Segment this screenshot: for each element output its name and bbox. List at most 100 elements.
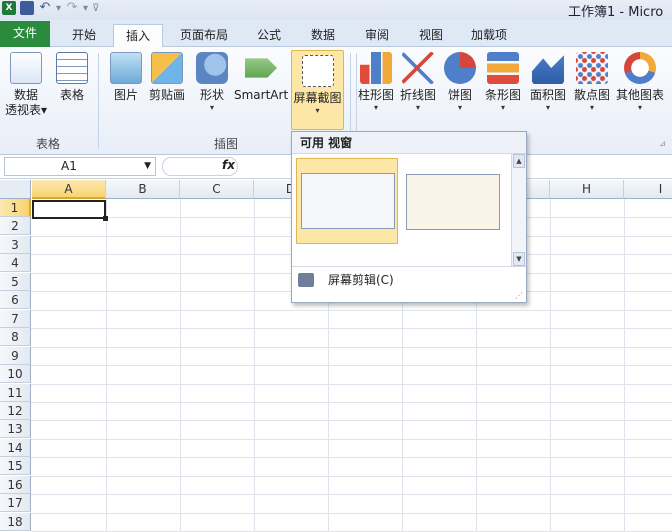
smartart-icon [245,58,277,78]
screenshot-icon [301,55,334,87]
tab-review[interactable]: 审阅 [352,24,402,47]
dialog-launcher-icon[interactable]: ⊿ [659,139,666,148]
column-chart-button[interactable]: 柱形图 ▾ [356,52,396,113]
row-header[interactable]: 1 [0,199,31,217]
active-cell[interactable] [32,200,108,221]
scroll-down-icon[interactable]: ▼ [513,252,525,266]
shapes-button[interactable]: 形状 ▾ [192,52,232,113]
quick-access-toolbar: X ↶ ▾ ↷ ▾ ⊽ [2,1,99,15]
row-header[interactable]: 4 [0,254,31,273]
excel-logo-icon: X [2,1,16,15]
table-button[interactable]: 表格 [52,52,92,103]
clipart-icon [151,52,183,84]
customize-qat-icon[interactable]: ⊽ [92,3,99,14]
pivot-table-icon [10,52,42,84]
pie-chart-button[interactable]: 饼图 ▾ [442,52,478,113]
resize-grip-icon[interactable]: ⋰ [515,291,523,300]
window-preview [301,173,395,229]
undo-icon[interactable]: ↶ [38,1,52,15]
line-chart-button[interactable]: 折线图 ▾ [398,52,438,113]
title-bar: X ↶ ▾ ↷ ▾ ⊽ 工作簿1 - Micro [0,0,672,20]
other-charts-dropdown-icon: ▾ [637,103,642,112]
row-header[interactable]: 9 [0,346,31,365]
column-header[interactable]: B [106,180,180,199]
name-box-dropdown-icon[interactable]: ▼ [144,158,151,175]
pie-chart-icon [444,52,476,84]
row-header[interactable]: 7 [0,309,31,328]
thumbnail-scrollbar[interactable]: ▲ ▼ [511,154,526,266]
shapes-dropdown-icon: ▾ [209,103,214,112]
smartart-button[interactable]: SmartArt [234,52,288,103]
ribbon-tab-bar: 文件 开始 插入 页面布局 公式 数据 审阅 视图 加载项 [0,20,672,48]
scatter-chart-button[interactable]: 散点图 ▾ [570,52,614,113]
row-header[interactable]: 6 [0,291,31,310]
grid-row-line [31,420,672,422]
grid-row-line [31,438,672,440]
column-header[interactable]: C [180,180,254,199]
screenshot-button[interactable]: 屏幕截图 ▾ [291,50,344,130]
tab-insert[interactable]: 插入 [113,24,163,48]
window-thumbnail[interactable] [296,158,398,244]
grid-row-line [31,475,672,477]
picture-button[interactable]: 图片 [106,52,146,103]
tab-page-layout[interactable]: 页面布局 [168,24,240,47]
insert-function-icon[interactable]: fx [222,158,235,172]
area-chart-button[interactable]: 面积图 ▾ [526,52,570,113]
row-header[interactable]: 10 [0,365,31,384]
clipart-button[interactable]: 剪贴画 [146,52,188,103]
row-header[interactable]: 8 [0,328,31,347]
row-header[interactable]: 18 [0,512,31,531]
grid-row-line [31,309,672,311]
row-header[interactable]: 15 [0,457,31,476]
screen-clipping-item[interactable]: 屏幕剪辑(C) [292,268,526,292]
grid-row-line [31,383,672,385]
group-separator [98,53,99,149]
row-header[interactable]: 5 [0,272,31,291]
row-header[interactable]: 11 [0,383,31,402]
select-all-corner[interactable] [0,180,31,199]
grid-column-line [180,199,181,531]
scatter-chart-icon [576,52,608,84]
tab-view[interactable]: 视图 [406,24,456,47]
grid-row-line [31,494,672,496]
tables-group-label: 表格 [35,137,60,151]
tab-data[interactable]: 数据 [298,24,348,47]
row-header[interactable]: 17 [0,494,31,513]
name-box[interactable]: A1 ▼ [4,157,156,176]
tab-home[interactable]: 开始 [56,24,112,47]
column-chart-dropdown-icon: ▾ [373,103,378,112]
grid-column-line [254,199,255,531]
screen-clipping-icon [298,273,314,287]
column-header[interactable]: H [550,180,624,199]
scatter-chart-dropdown-icon: ▾ [589,103,594,112]
row-header[interactable]: 12 [0,401,31,420]
row-header[interactable]: 14 [0,438,31,457]
redo-dropdown-icon[interactable]: ▾ [83,3,88,14]
row-header[interactable]: 16 [0,475,31,494]
row-header[interactable]: 2 [0,217,31,236]
pie-chart-dropdown-icon: ▾ [457,103,462,112]
row-header[interactable]: 13 [0,420,31,439]
grid-row-line [31,512,672,514]
bar-chart-button[interactable]: 条形图 ▾ [482,52,524,113]
grid-row-line [31,328,672,330]
other-charts-button[interactable]: 其他图表 ▾ [614,52,666,113]
undo-dropdown-icon[interactable]: ▾ [56,3,61,14]
pivot-table-button[interactable]: 数据 透视表▾ [4,52,48,118]
tab-addins[interactable]: 加载项 [460,24,518,47]
redo-icon[interactable]: ↷ [65,1,79,15]
row-header[interactable]: 3 [0,235,31,254]
tab-formulas[interactable]: 公式 [244,24,294,47]
grid-column-line [550,199,551,531]
column-header[interactable]: I [624,180,672,199]
screenshot-dropdown: 可用 视窗 ▲ ▼ 屏幕剪辑(C) ⋰ [291,131,527,303]
grid-row-line [31,346,672,348]
bar-chart-icon [487,52,519,84]
save-icon[interactable] [20,1,34,15]
scroll-up-icon[interactable]: ▲ [513,154,525,168]
column-header[interactable]: A [32,180,106,199]
window-thumbnail[interactable] [402,158,504,244]
area-chart-dropdown-icon: ▾ [545,103,550,112]
tab-file[interactable]: 文件 [0,21,50,47]
bar-chart-dropdown-icon: ▾ [500,103,505,112]
